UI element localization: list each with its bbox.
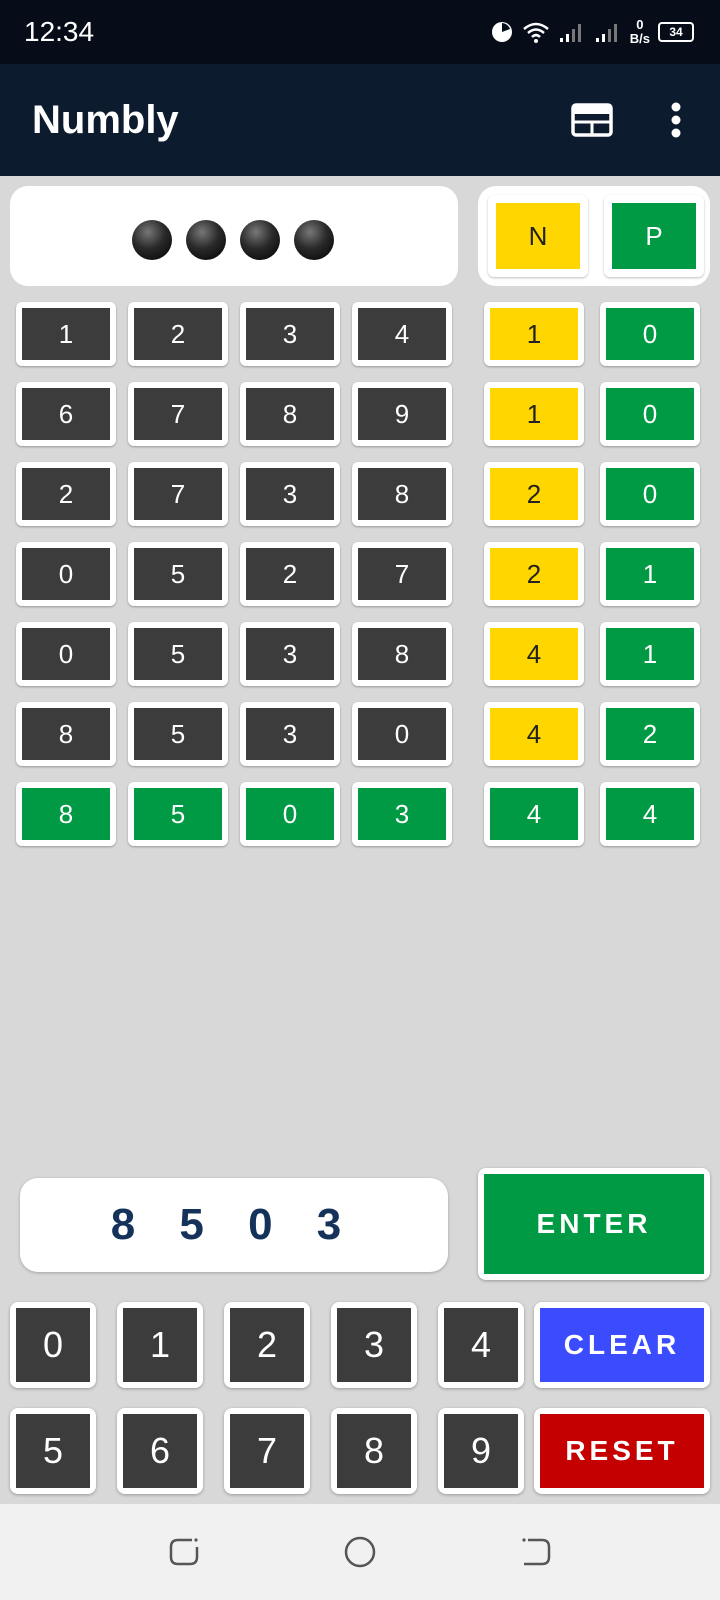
n-count: 4 xyxy=(484,702,584,766)
guess-digit: 3 xyxy=(240,302,340,366)
p-count: 0 xyxy=(600,462,700,526)
guess-digit: 8 xyxy=(352,622,452,686)
guess-digit: 7 xyxy=(352,542,452,606)
status-bar: 12:34 0 B/s 34 xyxy=(0,0,720,64)
p-count: 0 xyxy=(600,302,700,366)
n-count: 2 xyxy=(484,542,584,606)
guess-digit: 3 xyxy=(240,462,340,526)
key-2[interactable]: 2 xyxy=(224,1302,310,1388)
n-count: 1 xyxy=(484,382,584,446)
guess-entry-display: 8 5 0 3 xyxy=(20,1178,448,1272)
wifi-icon xyxy=(522,22,549,43)
hidden-digit-peg xyxy=(186,220,226,260)
guess-digit: 8 xyxy=(352,462,452,526)
guess-digit: 2 xyxy=(128,302,228,366)
layout-button[interactable] xyxy=(564,92,620,148)
enter-button-label: ENTER xyxy=(484,1174,704,1274)
signal-icon-2 xyxy=(595,24,617,42)
guess-digit: 0 xyxy=(16,542,116,606)
guess-digit: 8 xyxy=(240,382,340,446)
guess-digit: 7 xyxy=(128,462,228,526)
layout-icon xyxy=(571,103,613,137)
hidden-digit-peg xyxy=(294,220,334,260)
app-bar: Numbly xyxy=(0,64,720,176)
guess-digit: 8 xyxy=(16,702,116,766)
key-1[interactable]: 1 xyxy=(117,1302,203,1388)
home-icon xyxy=(344,1536,376,1568)
home-button[interactable] xyxy=(340,1532,380,1572)
more-vert-icon xyxy=(671,102,681,138)
p-count: 0 xyxy=(600,382,700,446)
n-count: 1 xyxy=(484,302,584,366)
p-count: 4 xyxy=(600,782,700,846)
p-count: 1 xyxy=(600,542,700,606)
recents-button[interactable] xyxy=(164,1532,204,1572)
guess-digit-correct: 0 xyxy=(240,782,340,846)
enter-button[interactable]: ENTER xyxy=(478,1168,710,1280)
legend-p-label: P xyxy=(612,203,696,269)
system-nav-bar xyxy=(0,1504,720,1600)
legend-p: P xyxy=(604,195,704,277)
clear-button-label: CLEAR xyxy=(540,1308,704,1382)
guess-digit: 9 xyxy=(352,382,452,446)
reset-button-label: RESET xyxy=(540,1414,704,1488)
guess-digit: 1 xyxy=(16,302,116,366)
key-5[interactable]: 5 xyxy=(10,1408,96,1494)
n-count: 4 xyxy=(484,622,584,686)
guess-digit: 0 xyxy=(16,622,116,686)
key-3[interactable]: 3 xyxy=(331,1302,417,1388)
p-count: 1 xyxy=(600,622,700,686)
key-4[interactable]: 4 xyxy=(438,1302,524,1388)
guess-digit: 5 xyxy=(128,702,228,766)
app-title: Numbly xyxy=(32,98,179,142)
more-options-button[interactable] xyxy=(648,92,704,148)
battery-icon: 34 xyxy=(658,22,694,42)
network-speed: 0 B/s xyxy=(630,18,650,46)
signal-icon xyxy=(559,24,581,42)
key-7[interactable]: 7 xyxy=(224,1408,310,1494)
clear-button[interactable]: CLEAR xyxy=(534,1302,710,1388)
status-time: 12:34 xyxy=(24,16,95,47)
n-count: 4 xyxy=(484,782,584,846)
guess-digit-correct: 3 xyxy=(352,782,452,846)
legend-n-label: N xyxy=(496,203,580,269)
back-button[interactable] xyxy=(516,1532,556,1572)
recents-icon xyxy=(169,1538,199,1566)
guess-digit: 2 xyxy=(240,542,340,606)
guess-digit: 2 xyxy=(16,462,116,526)
guess-digit: 5 xyxy=(128,542,228,606)
key-0[interactable]: 0 xyxy=(10,1302,96,1388)
data-saver-icon xyxy=(491,22,512,42)
reset-button[interactable]: RESET xyxy=(534,1408,710,1494)
network-speed-unit: B/s xyxy=(629,31,650,46)
n-count: 2 xyxy=(484,462,584,526)
network-speed-value: 0 xyxy=(636,17,644,32)
legend-n: N xyxy=(488,195,588,277)
p-count: 2 xyxy=(600,702,700,766)
key-8[interactable]: 8 xyxy=(331,1408,417,1494)
secret-code-panel xyxy=(10,186,458,286)
back-icon xyxy=(522,1538,551,1566)
guess-digit: 0 xyxy=(352,702,452,766)
guess-digit: 6 xyxy=(16,382,116,446)
key-9[interactable]: 9 xyxy=(438,1408,524,1494)
key-6[interactable]: 6 xyxy=(117,1408,203,1494)
guess-digit: 4 xyxy=(352,302,452,366)
guess-digit: 7 xyxy=(128,382,228,446)
guess-digit: 3 xyxy=(240,702,340,766)
hidden-digit-peg xyxy=(132,220,172,260)
guess-digit: 5 xyxy=(128,622,228,686)
guess-digit: 3 xyxy=(240,622,340,686)
guess-digit-correct: 5 xyxy=(128,782,228,846)
guess-digit-correct: 8 xyxy=(16,782,116,846)
hidden-digit-peg xyxy=(240,220,280,260)
status-icons: 0 B/s 34 xyxy=(490,14,694,50)
